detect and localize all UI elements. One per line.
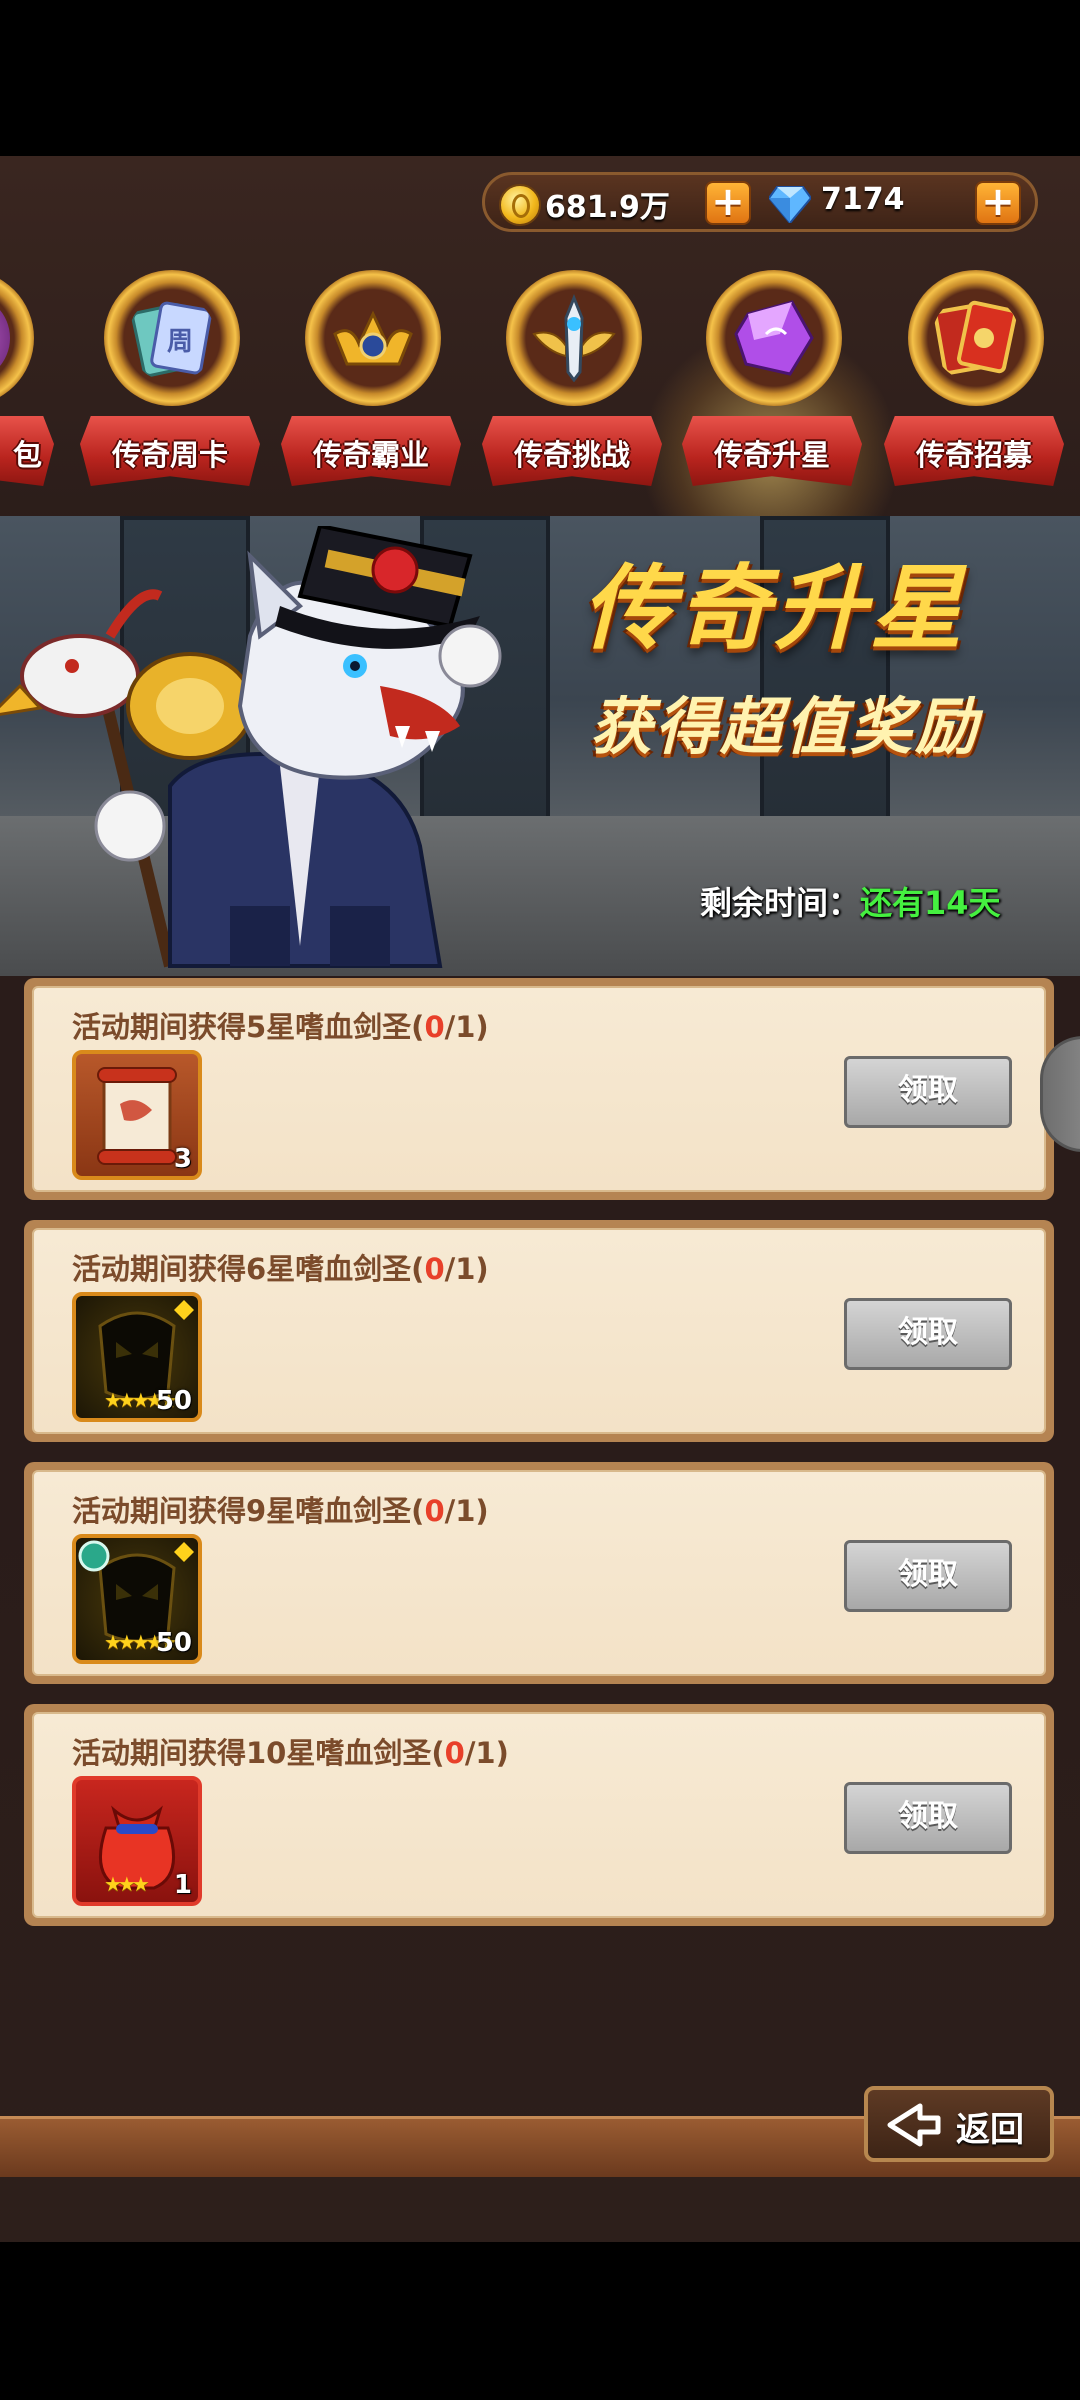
- claim-button[interactable]: 领取: [844, 1298, 1012, 1370]
- task-title-text: 活动期间获得5星嗜血剑圣(: [72, 1010, 425, 1044]
- sword-wings-icon: [532, 294, 616, 382]
- task-card: 活动期间获得9星嗜血剑圣(0/1) ★★★★★ 50 领取: [24, 1462, 1054, 1684]
- banner-subtitle: 获得超值奖励: [590, 690, 981, 763]
- task-title: 活动期间获得10星嗜血剑圣(0/1): [72, 1730, 509, 1772]
- reward-item[interactable]: 3: [72, 1050, 202, 1180]
- gold-amount: 681.9万: [545, 190, 670, 225]
- add-gold-button[interactable]: +: [705, 181, 751, 225]
- reward-count: 50: [155, 1628, 192, 1658]
- svg-text:周: 周: [167, 327, 193, 357]
- tab-label: 传奇招募: [915, 438, 1032, 472]
- currency-bar: 681.9万 + 7174 +: [482, 172, 1038, 232]
- wolf-hero-artwork: [0, 526, 502, 968]
- reward-count: 1: [173, 1870, 192, 1900]
- task-card: 活动期间获得10星嗜血剑圣(0/1) ★★★ 1 领取: [24, 1704, 1054, 1926]
- task-progress: 0: [444, 1736, 465, 1770]
- purple-crystal-icon: [734, 300, 814, 376]
- game-screen: 681.9万 + 7174 + 包 周 传奇周卡 传奇霸业 传奇挑战 传奇升星 …: [0, 156, 1080, 2242]
- remaining-time-label: 剩余时间：: [700, 884, 861, 922]
- tab-label: 传奇周卡: [111, 438, 228, 472]
- remaining-time: 剩余时间：还有14天: [700, 878, 1001, 924]
- back-label: 返回: [956, 2110, 1024, 2150]
- tab-supremacy[interactable]: 传奇霸业: [281, 256, 461, 496]
- task-title: 活动期间获得6星嗜血剑圣(0/1): [72, 1246, 489, 1288]
- bottom-bar: 返回: [0, 2086, 1080, 2242]
- reward-stars: ★★★: [104, 1872, 150, 1896]
- task-card: 活动期间获得5星嗜血剑圣(0/1) 3 领取: [24, 978, 1054, 1200]
- diamond-amount: 7174: [821, 182, 905, 217]
- task-card: 活动期间获得6星嗜血剑圣(0/1) ★★★★★ 50 领取: [24, 1220, 1054, 1442]
- reward-item[interactable]: ★★★★★ 50: [72, 1292, 202, 1422]
- tab-label: 传奇升星: [713, 438, 830, 472]
- task-title: 活动期间获得9星嗜血剑圣(0/1): [72, 1488, 489, 1530]
- diamond-icon: [769, 186, 811, 223]
- task-progress: 0: [424, 1252, 445, 1286]
- claim-button[interactable]: 领取: [844, 1782, 1012, 1854]
- task-goal: /1): [464, 1736, 509, 1770]
- gold-coin-icon: [499, 184, 541, 226]
- tab-label: 传奇霸业: [312, 438, 429, 472]
- tab-label: 传奇挑战: [513, 438, 630, 472]
- tab-star-up[interactable]: 传奇升星: [682, 256, 862, 496]
- tab-challenge[interactable]: 传奇挑战: [482, 256, 662, 496]
- claim-button[interactable]: 领取: [844, 1540, 1012, 1612]
- tab-recruit[interactable]: 传奇招募: [884, 256, 1064, 496]
- tab-label: 包: [12, 438, 42, 472]
- remaining-time-value: 还有14天: [860, 884, 1001, 922]
- task-goal: /1): [444, 1494, 489, 1528]
- tab-week-card[interactable]: 周 传奇周卡: [80, 256, 260, 496]
- reward-item[interactable]: ★★★★★ 50: [72, 1534, 202, 1664]
- task-title-text: 活动期间获得10星嗜血剑圣(: [72, 1736, 445, 1770]
- crown-emblem-icon: [333, 310, 413, 366]
- task-title-text: 活动期间获得9星嗜血剑圣(: [72, 1494, 425, 1528]
- reward-count: 3: [173, 1144, 192, 1174]
- back-arrow-icon: [887, 2103, 941, 2147]
- event-banner: 传奇升星 获得超值奖励 剩余时间：还有14天: [0, 516, 1080, 976]
- banner-title: 传奇升星: [582, 555, 967, 662]
- event-tabs: 包 周 传奇周卡 传奇霸业 传奇挑战 传奇升星 传奇招募: [0, 256, 1080, 586]
- task-title-text: 活动期间获得6星嗜血剑圣(: [72, 1252, 425, 1286]
- task-progress: 0: [424, 1494, 445, 1528]
- week-card-icon: 周: [131, 301, 212, 377]
- tab-gift-pack[interactable]: 包: [0, 256, 54, 496]
- task-goal: /1): [444, 1252, 489, 1286]
- claim-button[interactable]: 领取: [844, 1056, 1012, 1128]
- reward-count: 50: [155, 1386, 192, 1416]
- card-recruit-icon: [933, 300, 1018, 375]
- task-progress: 0: [424, 1010, 445, 1044]
- add-diamond-button[interactable]: +: [975, 181, 1021, 225]
- task-title: 活动期间获得5星嗜血剑圣(0/1): [72, 1004, 489, 1046]
- back-button[interactable]: 返回: [864, 2086, 1054, 2162]
- task-goal: /1): [444, 1010, 489, 1044]
- reward-item[interactable]: ★★★ 1: [72, 1776, 202, 1906]
